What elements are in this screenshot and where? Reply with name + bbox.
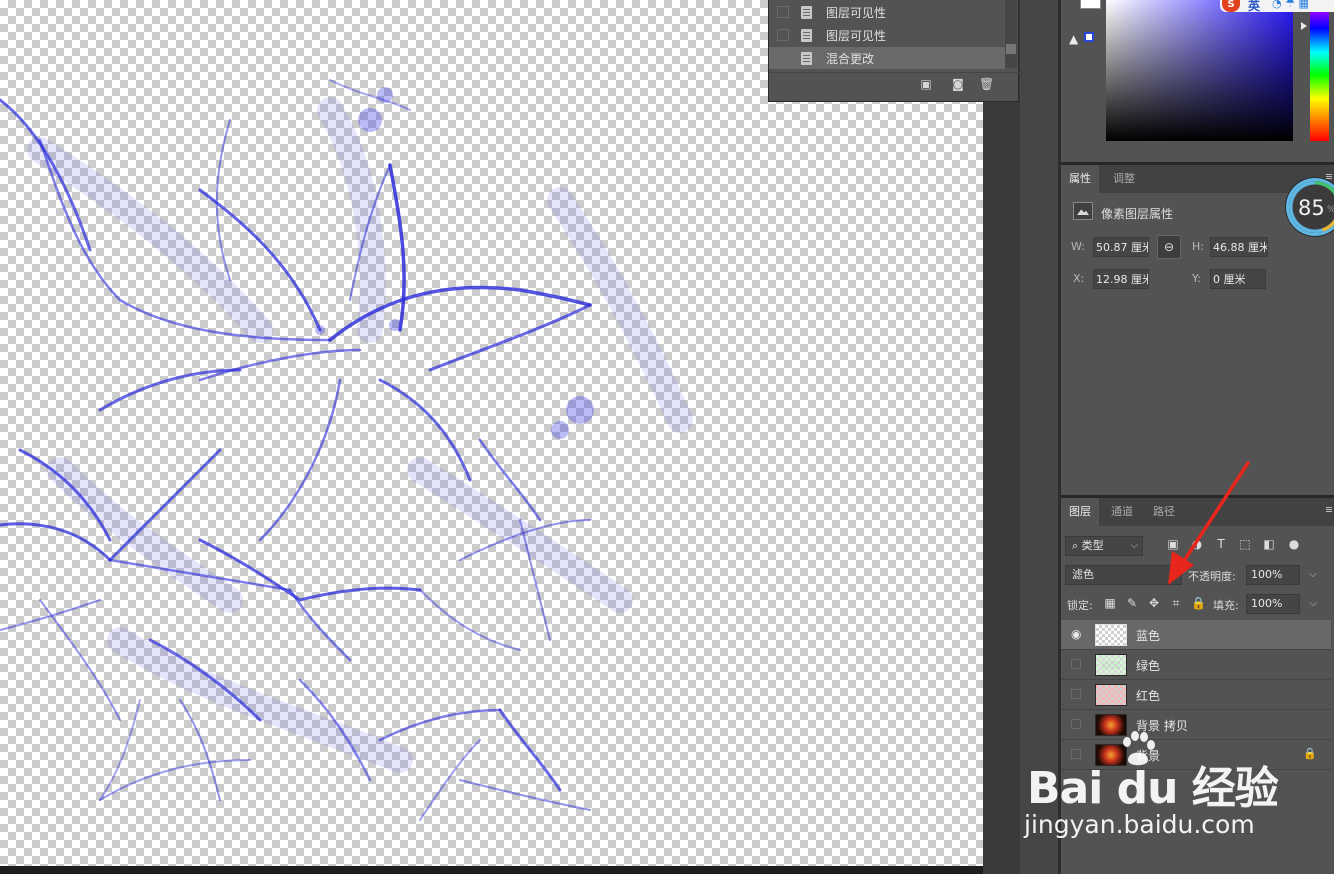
tab-properties[interactable]: 属性 — [1061, 165, 1099, 193]
chevron-down-icon[interactable]: ⌵ — [1309, 595, 1317, 613]
x-position-field[interactable]: 12.98 厘米 — [1093, 269, 1149, 289]
gamut-correction-swatch[interactable] — [1084, 32, 1094, 42]
fill-value: 100% — [1251, 597, 1283, 610]
history-toolbar: ▣ ◙ 🗑 — [769, 72, 1020, 95]
history-state-icon — [801, 5, 812, 19]
annotation-arrow — [1168, 461, 1250, 585]
pixel-layer-icon — [1073, 202, 1093, 220]
fill-field[interactable]: 100% ⌵ — [1246, 594, 1317, 614]
filter-smart-object-icon[interactable]: ◧ — [1262, 536, 1276, 552]
x-label: X: — [1073, 272, 1085, 285]
layer-filter-value: 类型 — [1081, 539, 1104, 552]
visibility-toggle[interactable] — [1071, 689, 1081, 699]
width-field[interactable]: 50.87 厘米 — [1093, 237, 1149, 257]
lock-transparency-icon[interactable]: ▦ — [1103, 595, 1117, 611]
tab-channels[interactable]: 通道 — [1103, 498, 1141, 526]
chevron-down-icon[interactable]: ⌵ — [1309, 566, 1317, 584]
tab-layers[interactable]: 图层 — [1061, 498, 1099, 526]
history-state-label: 混合更改 — [826, 51, 875, 66]
lock-artboard-icon[interactable]: ⌗ — [1169, 595, 1183, 611]
history-state-label: 图层可见性 — [826, 5, 887, 20]
system-monitor-unit: % — [1327, 205, 1334, 215]
gamut-warning-icon[interactable]: ▲ — [1069, 32, 1078, 46]
layer-name: 红色 — [1136, 689, 1161, 703]
lock-image-pixels-icon[interactable]: ✎ — [1125, 595, 1139, 611]
layer-row-blue[interactable]: ◉ 蓝色 — [1061, 620, 1331, 650]
trash-icon[interactable]: 🗑 — [979, 77, 994, 91]
layer-thumbnail — [1095, 654, 1127, 676]
history-panel: 图层可见性 图层可见性 混合更改 ▣ ◙ 🗑 — [768, 0, 1020, 102]
watermark-logo-text: Bai du 经验 — [1027, 763, 1279, 814]
layer-name: 绿色 — [1136, 659, 1161, 673]
collapsed-panel-dock — [1020, 0, 1060, 874]
history-snapshot-checkbox[interactable] — [777, 52, 789, 64]
y-label: Y: — [1192, 272, 1201, 285]
lock-all-icon[interactable]: 🔒 — [1191, 595, 1206, 611]
search-icon: ⌕ — [1072, 539, 1082, 552]
link-dimensions-icon[interactable]: ⊖ — [1157, 235, 1181, 259]
document-canvas[interactable] — [0, 0, 983, 866]
layer-row-red[interactable]: 红色 — [1061, 680, 1331, 710]
history-state-icon — [801, 51, 812, 65]
history-state-icon — [801, 28, 812, 42]
visibility-toggle[interactable] — [1071, 659, 1081, 669]
layer-row-background-copy[interactable]: 背景 拷贝 — [1061, 710, 1331, 740]
workspace-gutter — [983, 0, 1020, 874]
layer-thumbnail — [1095, 684, 1127, 706]
chevron-down-icon: ⌵ — [1130, 540, 1138, 551]
history-scrollbar-thumb[interactable] — [1006, 44, 1016, 54]
history-snapshot-checkbox[interactable] — [777, 29, 789, 41]
layer-name: 蓝色 — [1136, 629, 1161, 643]
new-document-from-state-icon[interactable]: ▣ — [919, 77, 933, 91]
blend-mode-value: 滤色 — [1072, 568, 1094, 581]
layer-filter-select[interactable]: ⌕ 类型 ⌵ — [1065, 536, 1143, 556]
lock-icon: 🔒 — [1303, 747, 1317, 760]
fill-label: 填充: — [1213, 599, 1239, 612]
ime-tool-icons[interactable]: ◔ ☂ ▦ — [1272, 0, 1309, 10]
properties-tabbar: 属性 调整 — [1061, 165, 1334, 193]
properties-title: 像素图层属性 — [1101, 207, 1174, 221]
history-state-label: 图层可见性 — [826, 28, 887, 43]
snapshot-camera-icon[interactable]: ◙ — [951, 77, 965, 91]
color-saturation-field[interactable] — [1106, 0, 1293, 141]
watermark-url: jingyan.baidu.com — [1024, 810, 1255, 839]
visibility-toggle[interactable] — [1071, 719, 1081, 729]
lock-label: 锁定: — [1067, 599, 1093, 612]
layer-thumbnail — [1095, 624, 1127, 646]
canvas-scrollbar[interactable] — [0, 866, 983, 874]
y-position-field[interactable]: 0 厘米 — [1210, 269, 1266, 289]
width-label: W: — [1071, 240, 1085, 253]
eye-icon[interactable]: ◉ — [1071, 628, 1081, 640]
history-state[interactable]: 图层可见性 — [769, 1, 1005, 23]
panel-menu-icon[interactable] — [1326, 174, 1332, 175]
foreground-color-swatch[interactable] — [1080, 0, 1101, 9]
system-monitor-value: 85 — [1298, 196, 1325, 220]
height-field[interactable]: 46.88 厘米 — [1210, 237, 1268, 257]
height-label: H: — [1192, 240, 1204, 253]
hue-slider[interactable] — [1310, 0, 1329, 141]
flower-sketch-artwork — [0, 79, 693, 821]
panel-menu-icon[interactable] — [1326, 507, 1332, 508]
history-state-selected[interactable]: 混合更改 — [769, 47, 1005, 69]
ime-language-label[interactable]: 英 — [1248, 0, 1260, 14]
lock-position-icon[interactable]: ✥ — [1147, 595, 1161, 611]
history-snapshot-checkbox[interactable] — [777, 6, 789, 18]
hue-slider-handle[interactable] — [1301, 22, 1307, 30]
layer-row-green[interactable]: 绿色 — [1061, 650, 1331, 680]
filter-toggle-icon[interactable]: ● — [1287, 536, 1301, 552]
tab-adjustments[interactable]: 调整 — [1105, 165, 1143, 193]
history-state[interactable]: 图层可见性 — [769, 24, 1005, 46]
history-scrollbar[interactable] — [1005, 0, 1017, 68]
